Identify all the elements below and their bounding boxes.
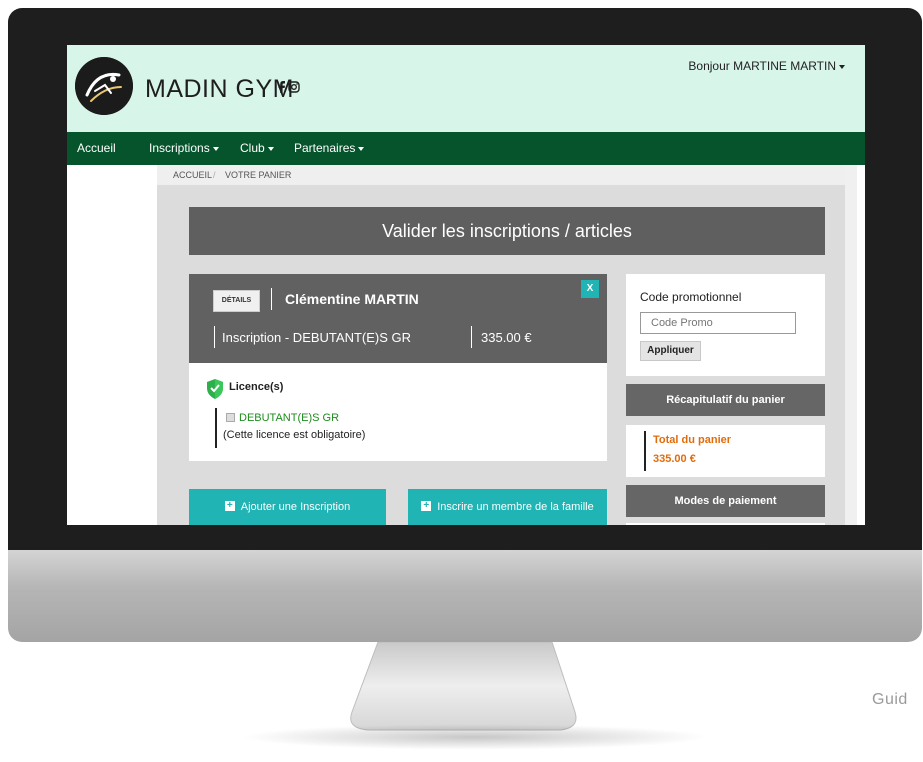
- scrollbar[interactable]: [845, 165, 857, 525]
- licences-title: Licence(s): [229, 381, 284, 393]
- cart-item-card: DÉTAILS Clémentine MARTIN X Inscription …: [189, 274, 607, 461]
- promo-card: Code promotionnel Appliquer: [626, 274, 825, 376]
- browser-screen: MADIN GYM Bonjour MARTINE MARTIN Accueil…: [67, 45, 865, 525]
- cart-summary: Total du panier 335.00 €: [626, 425, 825, 477]
- inscription-price: 335.00 €: [481, 330, 532, 345]
- payment-methods-header: Modes de paiement: [626, 485, 825, 517]
- licence-name: DEBUTANT(E)S GR: [239, 412, 340, 424]
- nav-item-partenaires[interactable]: Partenaires: [294, 141, 365, 155]
- add-family-member-button[interactable]: + Inscrire un membre de la famille: [408, 489, 607, 525]
- nav-item-accueil[interactable]: Accueil: [77, 141, 116, 155]
- details-button[interactable]: DÉTAILS: [213, 290, 260, 312]
- add-inscription-button[interactable]: + Ajouter une Inscription: [189, 489, 386, 525]
- chevron-down-icon: [839, 64, 845, 69]
- plus-icon: +: [421, 501, 432, 512]
- shield-icon: [207, 379, 223, 399]
- button-label: Ajouter une Inscription: [240, 501, 351, 513]
- cart-item-header: DÉTAILS Clémentine MARTIN X Inscription …: [189, 274, 607, 363]
- madin-gym-logo[interactable]: [75, 57, 133, 115]
- chevron-down-icon: [358, 146, 365, 151]
- nav-label: Inscriptions: [149, 141, 210, 155]
- divider: [271, 288, 272, 310]
- remove-item-button[interactable]: X: [581, 280, 599, 298]
- stand-shadow: [240, 724, 710, 750]
- promo-label: Code promotionnel: [640, 290, 742, 304]
- monitor-chin: [8, 550, 922, 642]
- member-name: Clémentine MARTIN: [285, 291, 419, 307]
- payment-methods: [626, 523, 825, 525]
- nav-label: Accueil: [77, 141, 116, 155]
- cart-total-label: Total du panier: [653, 434, 732, 446]
- nav-label: Partenaires: [294, 141, 356, 155]
- licence-note: (Cette licence est obligatoire): [223, 429, 366, 441]
- page-title: Valider les inscriptions / articles: [189, 207, 825, 255]
- cart-total-value: 335.00 €: [653, 453, 696, 465]
- plus-icon: +: [224, 501, 235, 512]
- chevron-down-icon: [212, 146, 219, 151]
- divider: [215, 408, 217, 448]
- breadcrumb-current: VOTRE PANIER: [225, 170, 292, 180]
- nav-item-inscriptions[interactable]: Inscriptions: [149, 141, 219, 155]
- breadcrumb-home[interactable]: ACCUEIL: [173, 170, 212, 180]
- instagram-icon[interactable]: [288, 81, 300, 93]
- brand-name: MADIN GYM: [145, 75, 294, 103]
- divider: [644, 431, 646, 471]
- cart-summary-header: Récapitulatif du panier: [626, 384, 825, 416]
- button-label: Inscrire un membre de la famille: [437, 501, 594, 513]
- apply-promo-button[interactable]: Appliquer: [640, 341, 701, 361]
- footer-caption: Guid: [872, 691, 908, 708]
- nav-label: Club: [240, 141, 265, 155]
- breadcrumb-separator: /: [213, 170, 216, 180]
- facebook-icon[interactable]: [277, 81, 286, 93]
- breadcrumb: ACCUEIL / VOTRE PANIER: [157, 165, 845, 185]
- divider: [471, 326, 472, 348]
- user-greeting: Bonjour MARTINE MARTIN: [688, 59, 836, 73]
- inscription-label: Inscription - DEBUTANT(E)S GR: [222, 330, 412, 345]
- licence-checkbox: [226, 413, 235, 422]
- nav-item-club[interactable]: Club: [240, 141, 274, 155]
- site-header: MADIN GYM Bonjour MARTINE MARTIN: [67, 45, 865, 132]
- user-menu[interactable]: Bonjour MARTINE MARTIN: [688, 59, 845, 73]
- promo-code-input[interactable]: [640, 312, 796, 334]
- chevron-down-icon: [267, 146, 274, 151]
- social-links: [277, 81, 300, 93]
- divider: [214, 326, 215, 348]
- main-nav: Accueil Inscriptions Club Partenaires: [67, 132, 865, 165]
